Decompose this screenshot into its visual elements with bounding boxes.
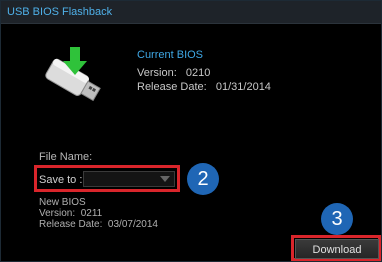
flashback-window: USB BIOS Flashback Current BIOS Version:… <box>0 0 382 262</box>
save-to-highlight <box>34 165 180 192</box>
current-bios-release-date: Release Date: 01/31/2014 <box>137 81 271 93</box>
current-bios-heading: Current BIOS <box>137 49 204 61</box>
current-bios-version: Version: 0210 <box>137 67 211 79</box>
new-bios-heading: New BIOS <box>39 197 86 208</box>
usb-drive-icon <box>45 47 101 102</box>
title-bar: USB BIOS Flashback <box>1 1 381 24</box>
new-bios-release-date: Release Date: 03/07/2014 <box>39 219 158 230</box>
new-bios-version: Version: 0211 <box>39 208 103 219</box>
callout-badge-2: 2 <box>187 163 219 195</box>
callout-badge-3: 3 <box>321 203 353 235</box>
window-title: USB BIOS Flashback <box>7 6 113 18</box>
download-button[interactable]: Download <box>295 239 379 259</box>
file-name-label: File Name: <box>39 151 93 163</box>
